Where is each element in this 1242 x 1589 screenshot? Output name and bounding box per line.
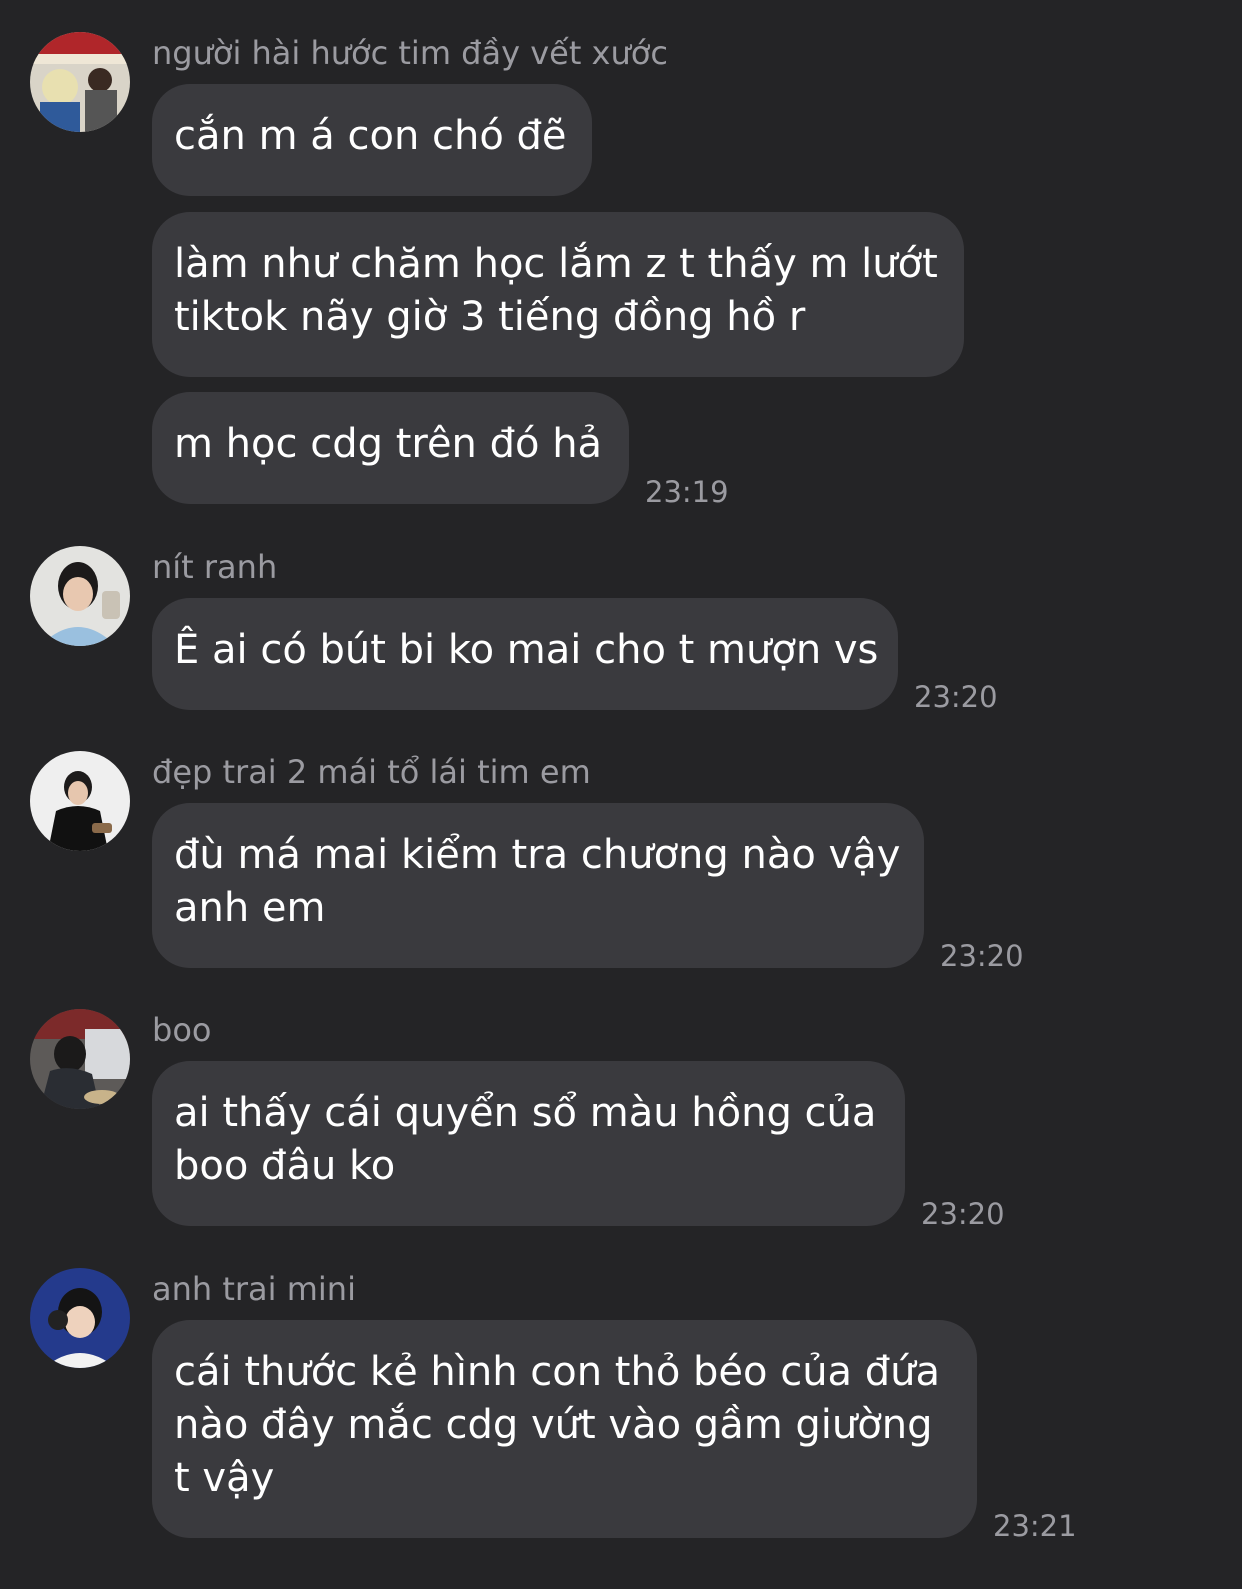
avatar[interactable]	[30, 1268, 130, 1368]
message-bubble[interactable]: m học cdg trên đó hả	[152, 392, 629, 504]
sender-name: anh trai mini	[152, 1270, 356, 1308]
sender-name: người hài hước tim đầy vết xước	[152, 34, 668, 72]
message-bubble[interactable]: ai thấy cái quyển sổ màu hồng của boo đâ…	[152, 1061, 905, 1226]
avatar-photo-icon	[30, 1268, 130, 1368]
avatar[interactable]	[30, 751, 130, 851]
message-timestamp: 23:20	[914, 680, 998, 714]
message-timestamp: 23:20	[940, 939, 1024, 973]
message-bubble[interactable]: làm như chăm học lắm z t thấy m lướt tik…	[152, 212, 964, 377]
message-bubble[interactable]: cắn m á con chó đẽ	[152, 84, 592, 196]
avatar[interactable]	[30, 1009, 130, 1109]
message-bubble[interactable]: Ê ai có bút bi ko mai cho t mượn vs	[152, 598, 898, 710]
avatar-photo-icon	[30, 1009, 130, 1109]
message-timestamp: 23:21	[993, 1509, 1077, 1543]
message-timestamp: 23:19	[645, 475, 729, 509]
avatar[interactable]	[30, 32, 130, 132]
avatar-photo-icon	[30, 32, 130, 132]
message-timestamp: 23:20	[921, 1197, 1005, 1231]
sender-name: boo	[152, 1011, 212, 1049]
avatar[interactable]	[30, 546, 130, 646]
sender-name: đẹp trai 2 mái tổ lái tim em	[152, 753, 591, 791]
message-bubble[interactable]: đù má mai kiểm tra chương nào vậy anh em	[152, 803, 924, 968]
message-bubble[interactable]: cái thước kẻ hình con thỏ béo của đứa nà…	[152, 1320, 977, 1538]
avatar-photo-icon	[30, 751, 130, 851]
sender-name: nít ranh	[152, 548, 278, 586]
avatar-photo-icon	[30, 546, 130, 646]
